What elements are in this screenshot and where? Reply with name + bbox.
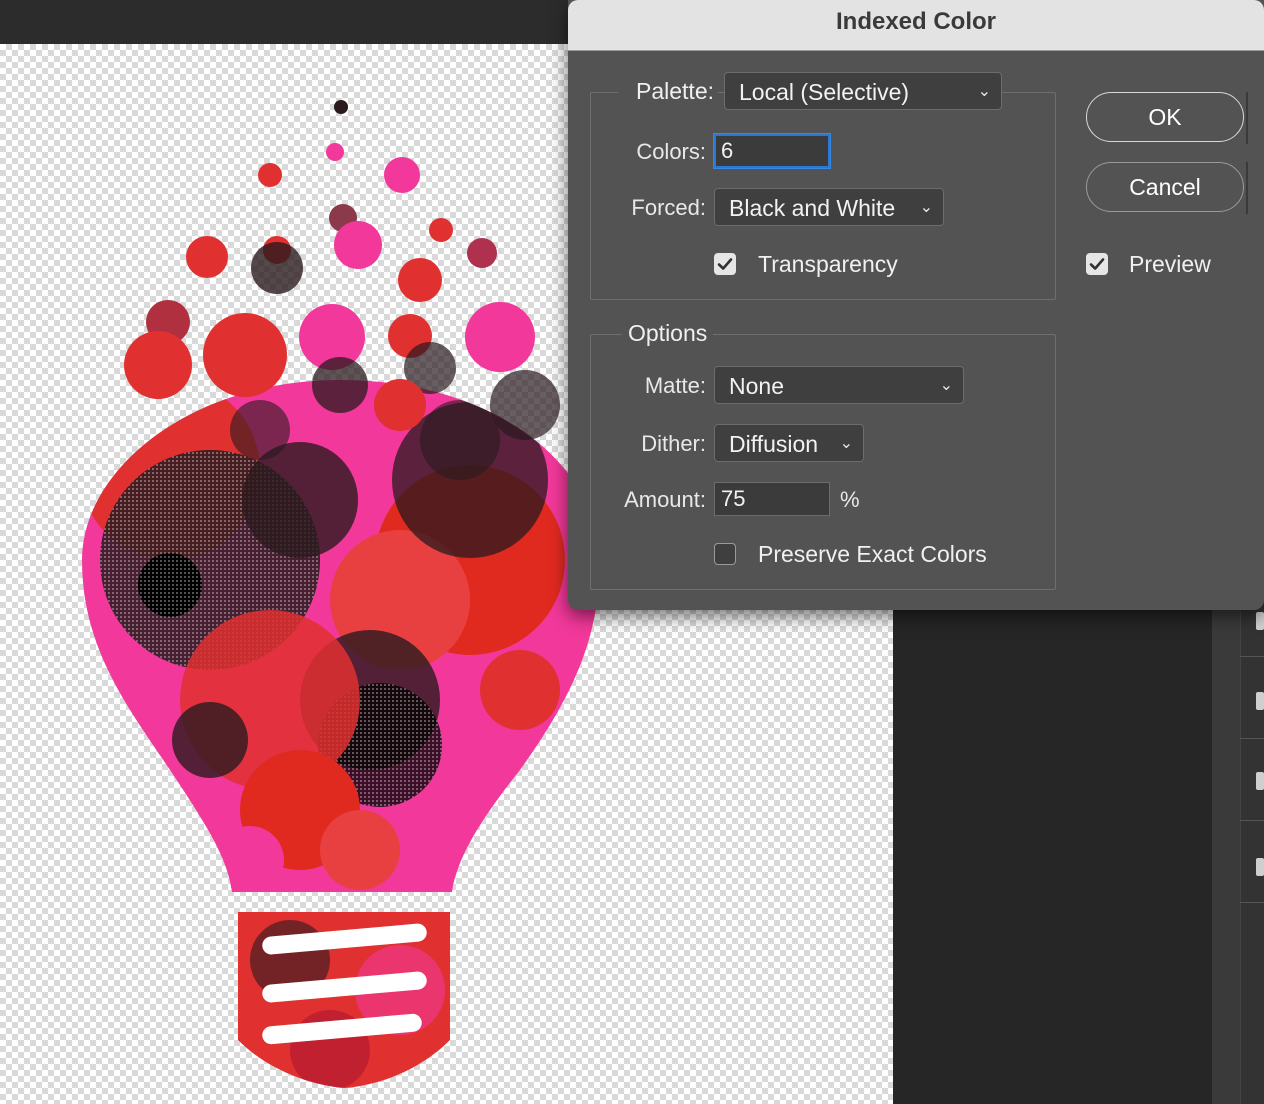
transparency-label: Transparency — [758, 251, 898, 277]
options-heading: Options — [622, 320, 714, 347]
panel-divider — [1240, 738, 1264, 739]
checkmark-icon — [1089, 258, 1105, 270]
dither-select-value: Diffusion — [729, 431, 819, 457]
panel-tool-icon[interactable] — [1256, 692, 1264, 710]
indexed-color-dialog: Indexed Color Palette: Local (Selective)… — [568, 0, 1264, 610]
chevron-down-icon: ⌄ — [939, 377, 953, 394]
amount-label: Amount: — [624, 487, 706, 512]
forced-label: Forced: — [631, 195, 706, 220]
preserve-exact-colors-checkbox[interactable] — [714, 543, 736, 565]
panel-tool-icon[interactable] — [1256, 612, 1264, 630]
colors-input[interactable]: 6 — [714, 134, 830, 168]
dialog-title: Indexed Color — [835, 8, 997, 35]
palette-select[interactable]: Local (Selective) ⌄ — [724, 72, 1002, 110]
preview-label: Preview — [1129, 251, 1211, 277]
transparency-checkbox[interactable] — [714, 253, 736, 275]
panel-dock-strip — [1212, 600, 1240, 1104]
palette-label: Palette: — [618, 78, 718, 105]
amount-unit: % — [840, 487, 860, 512]
panel-icon-strip — [1240, 600, 1264, 1104]
dialog-title-bar: Indexed Color — [568, 0, 1264, 51]
chevron-down-icon: ⌄ — [919, 199, 933, 216]
button-edge — [1246, 162, 1248, 214]
chevron-down-icon: ⌄ — [977, 83, 991, 100]
forced-select[interactable]: Black and White ⌄ — [714, 188, 944, 226]
colors-label: Colors: — [636, 139, 706, 164]
panel-divider — [1240, 820, 1264, 821]
dither-select[interactable]: Diffusion ⌄ — [714, 424, 864, 462]
forced-select-value: Black and White — [729, 195, 896, 221]
matte-select-value: None — [729, 373, 784, 399]
dither-label: Dither: — [641, 431, 706, 456]
panel-divider — [1240, 902, 1264, 903]
preserve-exact-colors-label: Preserve Exact Colors — [758, 541, 987, 567]
preview-checkbox[interactable] — [1086, 253, 1108, 275]
matte-select[interactable]: None ⌄ — [714, 366, 964, 404]
cancel-button[interactable]: Cancel — [1086, 162, 1244, 212]
panel-divider — [1240, 656, 1264, 657]
chevron-down-icon: ⌄ — [839, 435, 853, 452]
panel-tool-icon[interactable] — [1256, 772, 1264, 790]
matte-label: Matte: — [644, 373, 706, 398]
ok-button[interactable]: OK — [1086, 92, 1244, 142]
checkmark-icon — [717, 258, 733, 270]
panel-tool-icon[interactable] — [1256, 858, 1264, 876]
palette-select-value: Local (Selective) — [739, 79, 910, 105]
amount-input[interactable]: 75 — [714, 482, 830, 516]
button-edge — [1246, 92, 1248, 144]
